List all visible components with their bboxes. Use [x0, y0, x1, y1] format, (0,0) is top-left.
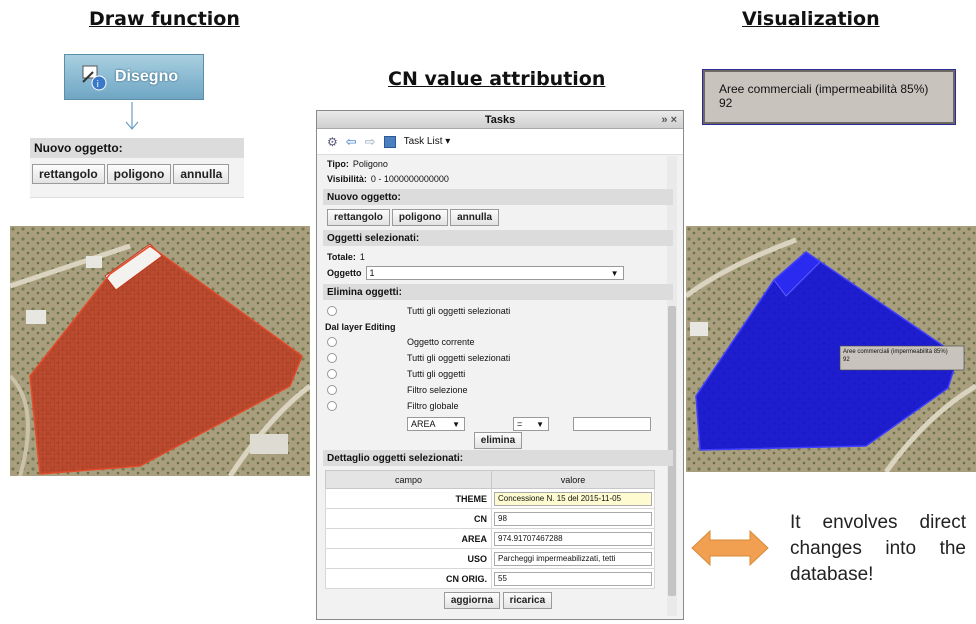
visualization-tooltip: Aree commerciali (impermeabilità 85%) 92	[703, 70, 955, 124]
back-arrow-icon[interactable]: ⇦	[346, 134, 357, 150]
details-table: campo valore THEME Concessione N. 15 del…	[325, 470, 655, 589]
elimina-oggetti-section: Elimina oggetti:	[323, 284, 673, 300]
filter-operator-select[interactable]: = ▼	[513, 417, 549, 431]
chevron-down-icon: ▼	[536, 419, 544, 429]
oggetto-label: Oggetto	[327, 268, 362, 278]
layer-option-label: Filtro selezione	[407, 385, 468, 395]
chevron-down-icon: ▼	[610, 268, 619, 278]
tipo-value: Poligono	[352, 158, 388, 169]
panel-rettangolo-button[interactable]: rettangolo	[327, 209, 390, 226]
panel-window-controls[interactable]: » ×	[661, 111, 677, 129]
oggetto-select[interactable]: 1 ▼	[365, 266, 624, 280]
svg-text:i: i	[97, 80, 100, 90]
forward-arrow-icon[interactable]: ⇨	[365, 134, 376, 150]
aggiorna-button[interactable]: aggiorna	[443, 592, 501, 609]
panel-annulla-button[interactable]: annulla	[450, 209, 500, 226]
chevron-down-icon: ▾	[445, 136, 451, 147]
tooltip-value: 92	[719, 96, 733, 110]
task-list-dropdown[interactable]: Task List ▾	[404, 136, 451, 147]
ricarica-button[interactable]: ricarica	[502, 592, 553, 609]
layer-option-label: Filtro globale	[407, 401, 459, 411]
aerial-map-draw[interactable]	[10, 226, 310, 476]
task-list-icon	[383, 135, 396, 148]
home-icon[interactable]: ⚙	[327, 135, 338, 149]
poligono-button[interactable]: poligono	[106, 164, 172, 184]
side-note: It envolves direct changes into the data…	[790, 512, 966, 585]
tipo-label: Tipo:	[327, 158, 349, 169]
radio-elimina-selezionati[interactable]	[327, 306, 337, 316]
radio-oggetto-corrente[interactable]	[327, 337, 337, 347]
theme-input[interactable]: Concessione N. 15 del 2015-11-05	[494, 491, 652, 506]
field-name: AREA	[325, 528, 492, 549]
radio-tutti-selezionati[interactable]	[327, 353, 337, 363]
chevron-down-icon: ▼	[452, 419, 460, 429]
tasks-panel: Tasks » × ⚙ ⇦ ⇨ Task List ▾ Tipo: Poligon…	[316, 110, 684, 620]
panel-poligono-button[interactable]: poligono	[391, 209, 449, 226]
tasks-title: Tasks	[484, 114, 516, 126]
cn-orig-input[interactable]: 55	[494, 571, 652, 586]
tooltip-title: Aree commerciali (impermeabilità 85%)	[719, 82, 929, 96]
visibilita-value: 0 - 1000000000000	[370, 173, 449, 184]
table-row: AREA 974.91707467288	[325, 528, 655, 549]
filter-field-select[interactable]: AREA ▼	[407, 417, 465, 431]
cn-value-heading: CN value attribution	[388, 68, 606, 90]
field-name: CN ORIG.	[325, 568, 492, 589]
table-row: THEME Concessione N. 15 del 2015-11-05	[325, 488, 655, 509]
tasks-body: Tipo: Poligono Visibilità: 0 - 10000000000…	[323, 156, 673, 619]
draw-function-heading: Draw function	[89, 8, 240, 30]
field-name: CN	[325, 508, 492, 529]
draw-tool-icon: i	[79, 62, 109, 92]
rettangolo-button[interactable]: rettangolo	[32, 164, 105, 184]
dal-layer-label: Dal layer Editing	[325, 321, 396, 332]
field-name: USO	[325, 548, 492, 569]
annulla-button[interactable]: annulla	[173, 164, 230, 184]
filter-value-input[interactable]	[573, 417, 651, 431]
disegno-label: Disegno	[115, 68, 179, 85]
layer-option-label: Tutti gli oggetti selezionati	[407, 353, 511, 363]
totale-value: 1	[359, 251, 365, 262]
table-row: CN 98	[325, 508, 655, 529]
elimina-button[interactable]: elimina	[473, 432, 523, 449]
radio-filtro-selezione[interactable]	[327, 385, 337, 395]
dettaglio-section: Dettaglio oggetti selezionati:	[323, 450, 673, 466]
table-row: CN ORIG. 55	[325, 568, 655, 589]
column-header-campo: campo	[325, 470, 492, 489]
uso-input[interactable]: Parcheggi impermeabilizzati, tetti	[494, 551, 652, 566]
table-row: USO Parcheggi impermeabilizzati, tetti	[325, 548, 655, 569]
disegno-button[interactable]: i Disegno	[64, 54, 204, 100]
elimina-option-label: Tutti gli oggetti selezionati	[407, 306, 511, 316]
new-object-header: Nuovo oggetto:	[30, 138, 244, 158]
double-arrow-icon	[691, 529, 769, 567]
layer-option-label: Tutti gli oggetti	[407, 369, 466, 379]
tasks-toolbar: ⚙ ⇦ ⇨ Task List ▾	[317, 129, 683, 155]
aerial-map-visualization[interactable]: Aree commerciali (impermeabilità 85%) 92	[686, 226, 976, 472]
field-name: THEME	[325, 488, 492, 509]
visibilita-label: Visibilità:	[327, 173, 367, 184]
radio-filtro-globale[interactable]	[327, 401, 337, 411]
oggetti-selezionati-section: Oggetti selezionati:	[323, 230, 673, 246]
tasks-title-bar: Tasks » ×	[317, 111, 683, 129]
layer-option-label: Oggetto corrente	[407, 337, 475, 347]
radio-tutti-oggetti[interactable]	[327, 369, 337, 379]
visualization-heading: Visualization	[742, 8, 880, 30]
nuovo-oggetto-section: Nuovo oggetto:	[323, 189, 673, 205]
map-feature-label: Aree commerciali (impermeabilità 85%) 92	[843, 349, 948, 363]
cn-input[interactable]: 98	[494, 511, 652, 526]
column-header-valore: valore	[491, 470, 655, 489]
totale-label: Totale:	[327, 251, 356, 262]
down-arrow-icon	[125, 102, 139, 130]
area-input[interactable]: 974.91707467288	[494, 531, 652, 546]
draw-new-object-box: Nuovo oggetto: rettangolo poligono annul…	[30, 138, 244, 198]
